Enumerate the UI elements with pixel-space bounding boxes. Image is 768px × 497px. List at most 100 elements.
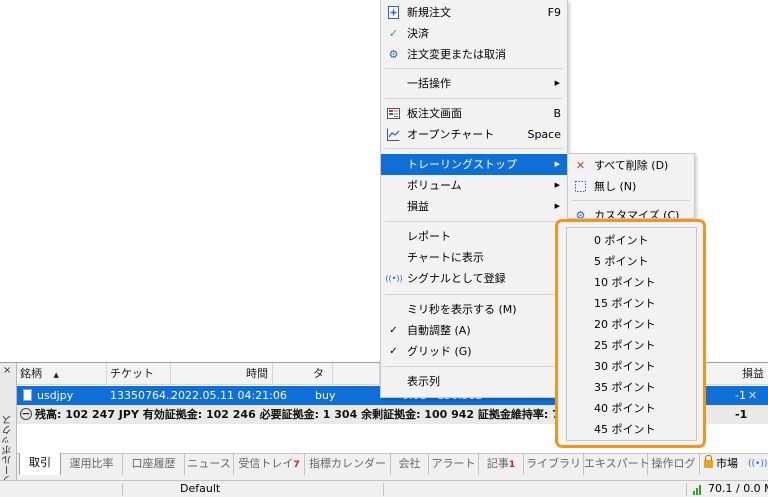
menu-item-label: トレーリングストップ — [407, 158, 517, 171]
menu-item-register-signal[interactable]: ((•)) シグナルとして登録 — [381, 268, 567, 289]
tab-calendar[interactable]: 指標カレンダー — [305, 454, 391, 475]
menu-item-label: 30 ポイント — [594, 360, 656, 373]
summary-profit: -1 — [735, 408, 748, 421]
menu-item-shortcut: Space — [527, 128, 561, 141]
close-icon[interactable]: × — [3, 366, 11, 376]
menu-separator — [385, 98, 563, 99]
tab-history[interactable]: 口座履歴 — [123, 454, 185, 475]
column-header-ticket[interactable]: チケット — [107, 363, 171, 385]
menu-item-report[interactable]: レポート — [381, 226, 567, 247]
tab-journal[interactable]: 操作ログ — [648, 454, 700, 475]
collapse-minus-icon[interactable]: − — [20, 408, 32, 420]
menu-item-label: 一括操作 — [407, 77, 451, 90]
menu-item-label: ボリューム — [407, 179, 462, 192]
row-type: buy — [315, 389, 336, 402]
menu-item-auto-arrange[interactable]: ✓ 自動調整 (A) — [381, 320, 567, 341]
menu-item-label: 15 ポイント — [594, 297, 656, 310]
column-header-label: 銘柄 — [20, 367, 42, 380]
signal-icon[interactable]: ((•)) — [748, 454, 767, 474]
submenu-arrow-icon: ▶ — [554, 202, 560, 210]
row-symbol: usdjpy — [37, 389, 74, 402]
tab-experts[interactable]: エキスパート — [584, 454, 650, 475]
gear-icon: ⚙ — [388, 48, 399, 61]
menu-item-customize[interactable]: ⚙ カスタマイズ (C) — [568, 205, 694, 218]
menu-item-points-20[interactable]: 20 ポイント — [567, 314, 696, 335]
menu-item-points-45[interactable]: 45 ポイント — [567, 419, 696, 440]
menu-item-show-milliseconds[interactable]: ミリ秒を表示する (M) — [381, 299, 567, 320]
status-profile: Default — [180, 482, 221, 495]
status-separator — [686, 483, 687, 496]
menu-item-points-40[interactable]: 40 ポイント — [567, 398, 696, 419]
menu-item-modify-order[interactable]: ⚙ 注文変更または取消 — [381, 44, 567, 65]
tab-company[interactable]: 会社 — [391, 454, 429, 475]
menu-item-label: 45 ポイント — [594, 423, 656, 436]
menu-separator — [385, 366, 563, 367]
menu-item-label: 自動調整 (A) — [407, 324, 471, 337]
trailing-points-menu: 0 ポイント 5 ポイント 10 ポイント 15 ポイント 20 ポイント 25… — [566, 227, 697, 441]
menu-item-label: 決済 — [407, 27, 429, 40]
signal-icon: ((•)) — [385, 274, 403, 283]
column-header-profit[interactable]: 損益 — [705, 363, 768, 385]
account-summary-text: 残高: 102 247 JPY 有効証拠金: 102 246 必要証拠金: 1 … — [35, 408, 621, 421]
tab-market[interactable]: 市場 — [704, 454, 738, 475]
menu-item-points-10[interactable]: 10 ポイント — [567, 272, 696, 293]
tab-mailbox[interactable]: 受信トレイ7 — [234, 454, 305, 475]
tab-label: 記事 — [486, 457, 509, 470]
menu-item-label: オープンチャート — [407, 128, 495, 141]
menu-item-volume[interactable]: ボリューム ▶ — [381, 175, 567, 196]
menu-item-label: シグナルとして登録 — [407, 272, 506, 285]
submenu-arrow-icon: ▶ — [554, 79, 560, 87]
toolbox-tabs: 取引 運用比率 口座履歴 ニュース 受信トレイ7 指標カレンダー 会社 アラート… — [17, 453, 768, 475]
menu-item-label: 損益 — [407, 200, 429, 213]
menu-item-label: 新規注文 — [407, 6, 451, 19]
sort-ascending-icon: ▲ — [53, 371, 59, 379]
submenu-arrow-icon: ▶ — [554, 160, 560, 168]
menu-item-bulk-operations[interactable]: 一括操作 ▶ — [381, 73, 567, 94]
tab-news[interactable]: ニュース — [185, 454, 234, 475]
menu-item-close-position[interactable]: ✓ 決済 — [381, 23, 567, 44]
menu-item-points-0[interactable]: 0 ポイント — [567, 230, 696, 251]
menu-item-profit[interactable]: 損益 ▶ — [381, 196, 567, 217]
checkmark-icon: ✓ — [389, 325, 398, 336]
menu-item-open-chart[interactable]: オープンチャート Space — [381, 124, 567, 145]
menu-item-order-board[interactable]: 板注文画面 B — [381, 103, 567, 124]
delete-x-icon: ✕ — [575, 159, 586, 172]
column-header-type[interactable]: タイプ — [273, 363, 333, 424]
tab-exposure[interactable]: 運用比率 — [61, 454, 123, 475]
menu-item-label: 40 ポイント — [594, 402, 656, 415]
close-position-icon[interactable]: ✕ — [748, 386, 757, 405]
menu-item-label: レポート — [407, 230, 451, 243]
menu-item-label: 0 ポイント — [594, 234, 649, 247]
menu-item-points-25[interactable]: 25 ポイント — [567, 335, 696, 356]
menu-item-shortcut: F9 — [547, 6, 561, 19]
menu-item-points-15[interactable]: 15 ポイント — [567, 293, 696, 314]
menu-item-show-on-chart[interactable]: チャートに表示 — [381, 247, 567, 268]
menu-item-new-order[interactable]: 新規注文 F9 — [381, 2, 567, 23]
column-header-symbol[interactable]: 銘柄 ▲ — [17, 363, 107, 385]
toolbox-side-strip: × ツールボックス — [0, 363, 17, 485]
tab-alerts[interactable]: アラート — [429, 454, 479, 475]
menu-item-label: 35 ポイント — [594, 381, 656, 394]
menu-item-points-35[interactable]: 35 ポイント — [567, 377, 696, 398]
menu-item-label: すべて削除 (D) — [594, 159, 669, 172]
tab-trade[interactable]: 取引 — [19, 453, 61, 475]
checkmark-icon: ✓ — [388, 27, 399, 40]
menu-separator — [385, 221, 563, 222]
line-chart-icon — [387, 128, 400, 141]
column-header-time[interactable]: 時間 — [171, 363, 273, 385]
menu-item-grid[interactable]: ✓ グリッド (G) — [381, 341, 567, 362]
tab-articles[interactable]: 記事1 — [479, 454, 524, 475]
menu-item-points-5[interactable]: 5 ポイント — [567, 251, 696, 272]
menu-item-columns[interactable]: 表示列 — [381, 371, 567, 392]
menu-item-trailing-stop[interactable]: トレーリングストップ ▶ — [381, 154, 567, 175]
tab-library[interactable]: ライブラリ — [524, 454, 584, 475]
menu-item-none[interactable]: 無し (N) — [568, 176, 694, 197]
menu-item-label: 20 ポイント — [594, 318, 656, 331]
menu-item-label: 注文変更または取消 — [407, 48, 506, 61]
tab-label: 市場 — [716, 457, 738, 470]
order-board-icon — [387, 107, 400, 120]
menu-item-label: 板注文画面 — [407, 107, 462, 120]
menu-item-delete-all[interactable]: ✕ すべて削除 (D) — [568, 155, 694, 176]
menu-item-points-30[interactable]: 30 ポイント — [567, 356, 696, 377]
column-header-volume[interactable] — [333, 363, 380, 385]
